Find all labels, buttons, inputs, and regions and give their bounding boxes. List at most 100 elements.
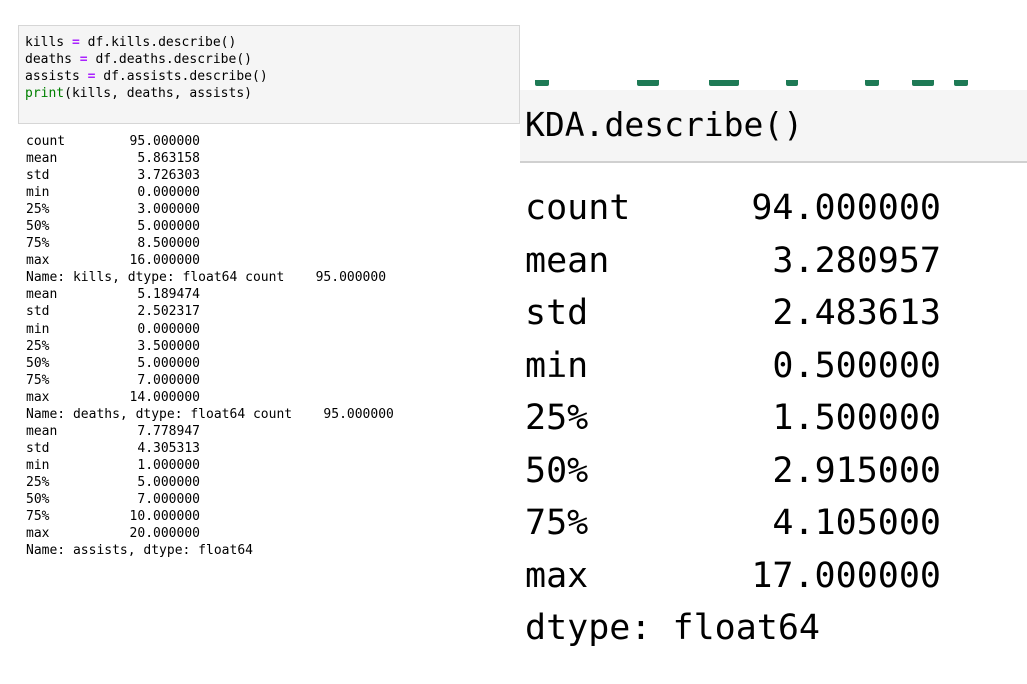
kda-stats: count 94.000000 mean 3.280957 std 2.483613 min…	[525, 188, 941, 608]
stat-value: 4.105000	[772, 503, 941, 543]
stat-value: 5.863158	[137, 151, 200, 167]
stat-label: max	[26, 253, 50, 269]
stat-value: 5.000000	[137, 219, 200, 235]
stat-label: max	[26, 389, 50, 405]
code-token: kills	[25, 35, 65, 50]
stat-value: 3.000000	[137, 202, 200, 218]
stat-value: 2.915000	[772, 450, 941, 491]
code-cell-input[interactable]: kills = df.kills.describe() deaths = df.…	[18, 25, 520, 124]
stat-label: 25%	[525, 398, 589, 438]
stat-row: max 14.000000	[26, 389, 200, 406]
code-token: deaths	[25, 52, 72, 67]
stat-label: 25%	[26, 202, 50, 218]
stat-label: std	[26, 304, 50, 320]
stat-value: 1.500000	[772, 398, 941, 438]
stat-row: std 4.305313	[26, 440, 200, 457]
stat-value: 0.000000	[137, 185, 200, 201]
stat-label: mean	[525, 240, 610, 281]
stat-value: 5.189474	[137, 287, 200, 303]
stat-value: 3.280957	[772, 240, 941, 281]
stat-value: 3.500000	[137, 338, 200, 354]
stat-label: 25%	[26, 474, 50, 490]
stat-value: 16.000000	[129, 253, 200, 269]
stat-value: 17.000000	[751, 555, 941, 596]
stat-label: min	[525, 345, 589, 386]
stat-value: 7.000000	[137, 491, 200, 507]
stat-label: 75%	[26, 509, 50, 525]
code-token: df.assists.describe()	[103, 69, 268, 84]
assists-stats: mean 7.778947 std 4.305313 min 1.000000 25% 5.0…	[26, 423, 200, 542]
code-line: assists = df.assists.describe()	[25, 68, 268, 85]
operator-token: =	[71, 35, 80, 50]
code-token: df.kills.describe()	[87, 35, 237, 50]
stat-row: 75% 7.000000	[26, 372, 200, 389]
stat-row: min 0.000000	[26, 184, 200, 201]
code-token: df.deaths.describe()	[95, 52, 252, 67]
cropped-text-fragment	[520, 80, 1027, 90]
stat-label: max	[525, 555, 589, 596]
stat-value: 2.502317	[137, 304, 200, 320]
dtype-line: dtype: float64	[525, 608, 821, 648]
stat-row: max 17.000000	[525, 556, 941, 609]
stat-value: 7.000000	[137, 372, 200, 388]
series-name-line: Name: assists, dtype: float64	[26, 543, 253, 559]
stat-row: 75% 10.000000	[26, 508, 200, 525]
stat-row: 25% 1.500000	[525, 398, 941, 451]
cell-output-right: count 94.000000 mean 3.280957 std 2.483613 min…	[525, 188, 941, 660]
kills-stats: count 95.000000 mean 5.863158 std 3.726303 min…	[26, 133, 200, 269]
series-name-line: Name: kills, dtype: float64 count 95.000…	[26, 270, 387, 286]
stat-value: 3.726303	[137, 168, 200, 184]
stat-label: 50%	[26, 219, 50, 235]
code-line: deaths = df.deaths.describe()	[25, 51, 252, 68]
stat-row: mean 5.863158	[26, 150, 200, 167]
stat-row: min 0.500000	[525, 346, 941, 399]
stat-row: 25% 5.000000	[26, 474, 200, 491]
stat-label: std	[26, 440, 50, 456]
stat-label: count	[26, 134, 66, 149]
stat-row: count 94.000000	[525, 188, 941, 241]
deaths-stats: mean 5.189474 std 2.502317 min 0.000000 25% 3.5…	[26, 286, 200, 405]
stat-value: 5.000000	[137, 474, 200, 490]
stat-value: 0.000000	[137, 321, 200, 337]
stat-row: count 95.000000	[26, 133, 200, 150]
stat-row: mean 3.280957	[525, 241, 941, 294]
cropped-area	[520, 0, 1027, 90]
stat-value: 5.000000	[137, 355, 200, 371]
stat-label: max	[26, 526, 50, 542]
stat-row: std 3.726303	[26, 167, 200, 184]
code-line: KDA.describe()	[525, 105, 804, 144]
stat-row: 50% 5.000000	[26, 355, 200, 372]
stat-label: 75%	[26, 236, 50, 252]
operator-token: =	[79, 52, 88, 67]
stat-label: mean	[26, 151, 58, 167]
operator-token: =	[87, 69, 96, 84]
code-token: assists	[25, 69, 80, 84]
stat-label: min	[26, 321, 50, 337]
series-name-line: Name: deaths, dtype: float64 count 95.00…	[26, 406, 394, 422]
stat-label: std	[26, 168, 50, 184]
stat-label: count	[525, 188, 631, 228]
code-line: print(kills, deaths, assists)	[25, 85, 252, 102]
code-token: (kills, deaths, assists)	[64, 86, 252, 101]
stat-row: max 20.000000	[26, 525, 200, 542]
stat-value: 0.500000	[772, 345, 941, 386]
stat-row: 25% 3.500000	[26, 338, 200, 355]
stat-value: 10.000000	[129, 509, 200, 525]
stat-row: mean 5.189474	[26, 286, 200, 303]
stat-label: std	[525, 293, 589, 333]
stat-row: std 2.483613	[525, 293, 941, 346]
stat-row: 50% 5.000000	[26, 218, 200, 235]
builtin-token: print	[25, 86, 65, 101]
stat-value: 94.000000	[751, 188, 941, 228]
code-line: kills = df.kills.describe()	[25, 34, 236, 51]
stat-value: 95.000000	[129, 134, 200, 149]
code-cell-input[interactable]: KDA.describe()	[520, 90, 1027, 163]
stat-row: 50% 7.000000	[26, 491, 200, 508]
cell-output-left: count 95.000000 mean 5.863158 std 3.726303 min…	[26, 133, 394, 559]
stat-label: 50%	[26, 491, 50, 507]
stat-value: 2.483613	[772, 293, 941, 333]
stat-label: min	[26, 185, 50, 201]
stat-label: 25%	[26, 338, 50, 354]
stat-value: 8.500000	[137, 236, 200, 252]
stat-label: 50%	[26, 355, 50, 371]
